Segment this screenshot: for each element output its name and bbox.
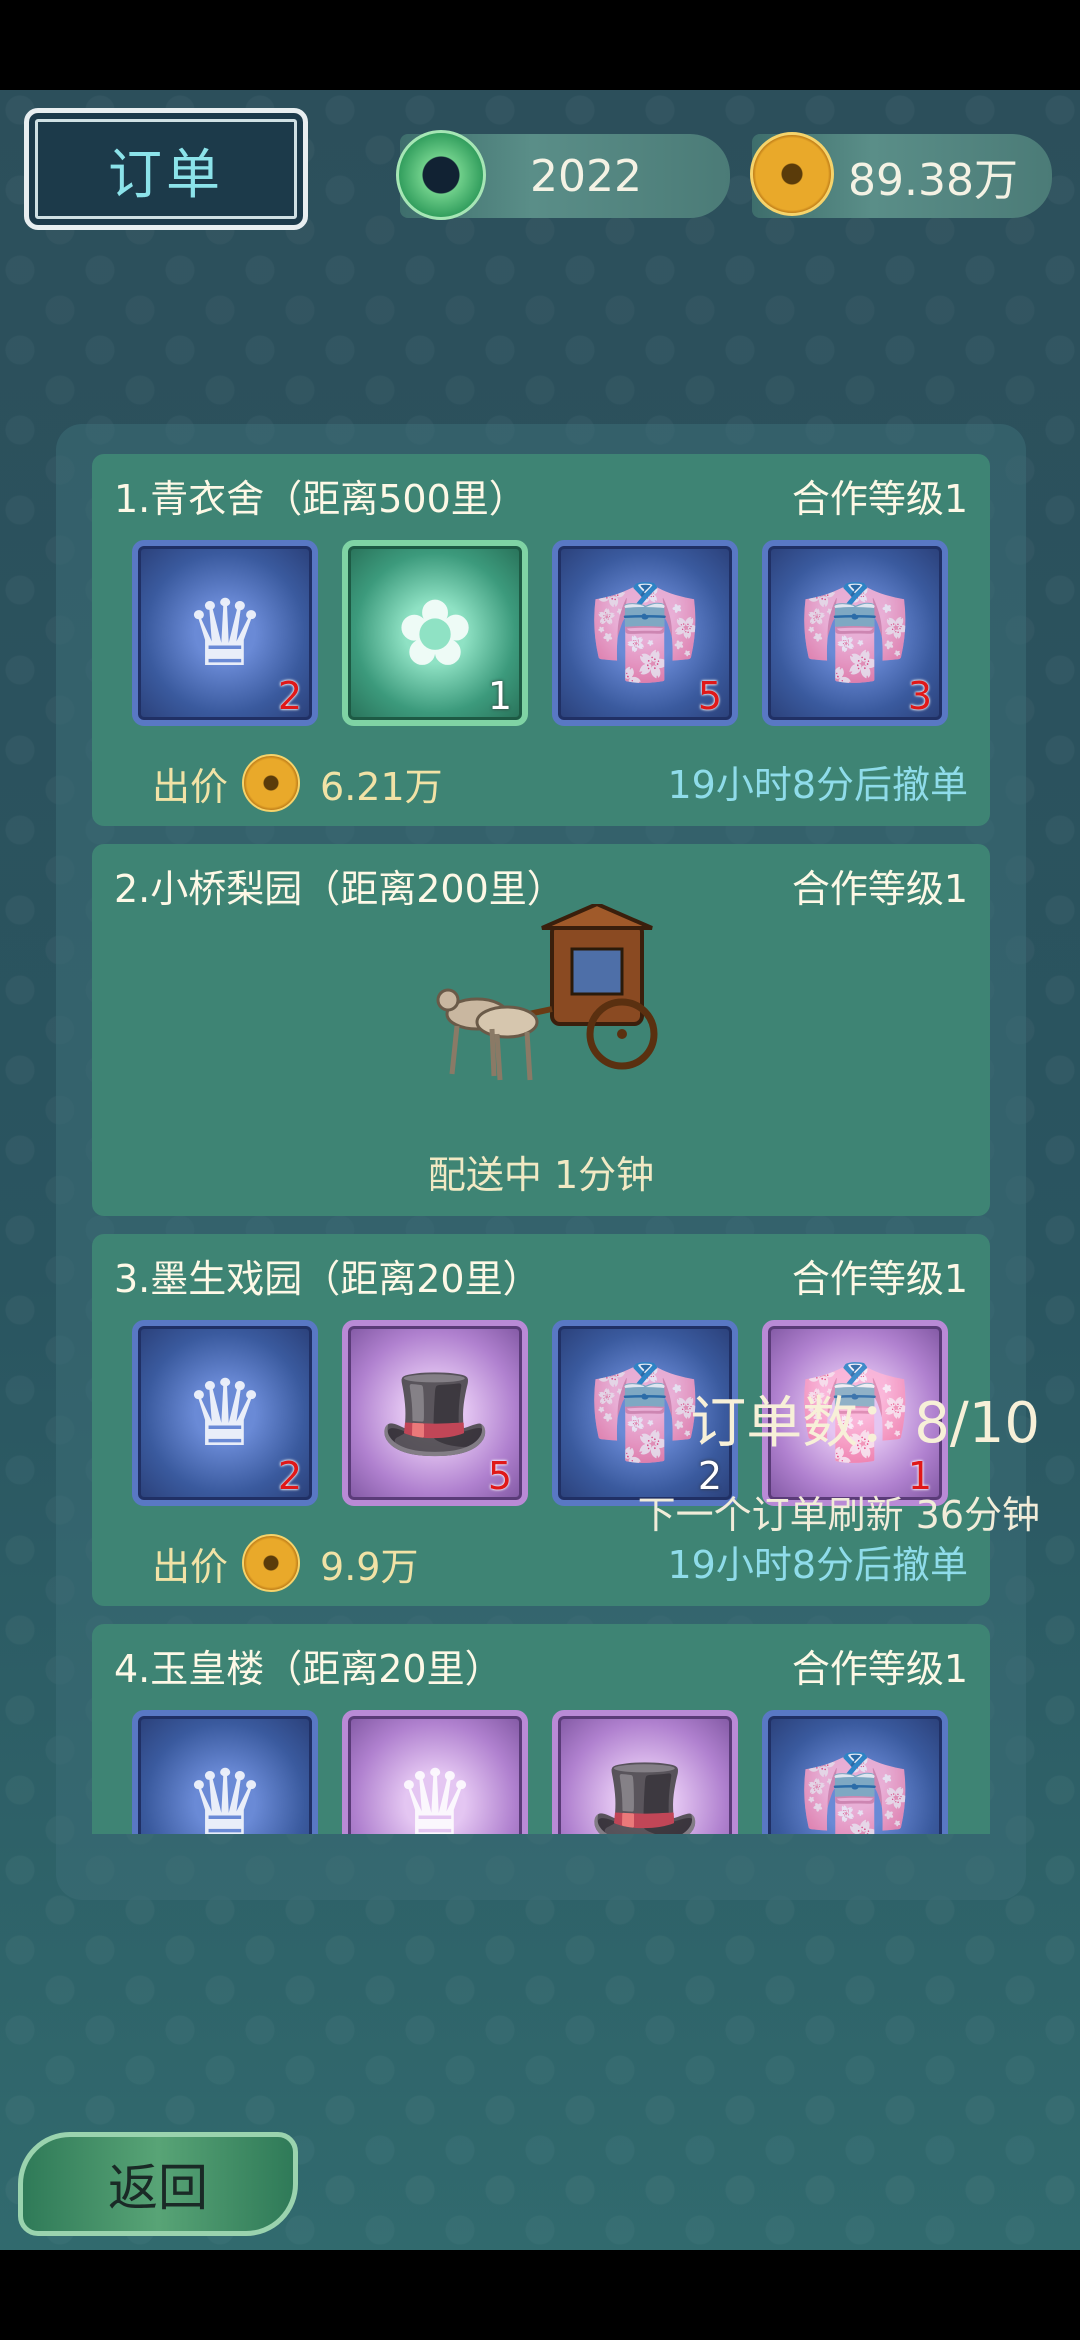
item-count: 1	[487, 674, 512, 718]
coin-icon	[242, 1534, 301, 1592]
price-label: 出价	[152, 764, 229, 809]
order-card[interactable]: 2.小桥梨园（距离200里） 合作等级1 配送中 1分钟	[92, 844, 990, 1216]
order-panel: 1.青衣舍（距离500里） 合作等级1 ♛ 2 ✿ 1 👘 5 👘 3 出价 6…	[56, 424, 1026, 1900]
order-card[interactable]: 1.青衣舍（距离500里） 合作等级1 ♛ 2 ✿ 1 👘 5 👘 3 出价 6…	[92, 454, 990, 826]
item-slot[interactable]: 👘 5	[552, 540, 738, 726]
jade-currency[interactable]: 2022	[396, 130, 730, 220]
coin-currency[interactable]: 89.38万	[750, 132, 1052, 218]
hairpin-icon: ✿	[396, 579, 474, 687]
order-screen: 订单 2022 89.38万 1.青衣舍（距离500里） 合作等级1 ♛ 2 ✿	[0, 90, 1080, 2250]
item-slot[interactable]: 👘	[762, 1710, 948, 1834]
cancel-timer: 19小时8分后撤单	[667, 1543, 968, 1587]
price-label: 出价	[152, 1544, 229, 1589]
item-slot[interactable]: 🎩 5	[342, 1320, 528, 1506]
order-items: ♛ 2 ✿ 1 👘 5 👘 3	[132, 540, 948, 726]
cancel-timer: 19小时8分后撤单	[667, 763, 968, 807]
item-slot[interactable]: ♛ 2	[132, 540, 318, 726]
cooperation-level: 合作等级1	[791, 477, 968, 521]
item-slot[interactable]: ✿ 1	[342, 540, 528, 726]
coin-icon	[242, 754, 301, 812]
headdress-icon: ♛	[183, 579, 267, 687]
page-title: 订单	[24, 108, 308, 230]
coin-icon	[750, 132, 834, 216]
price-value: 9.9万	[320, 1544, 419, 1589]
robe-icon: 👘	[797, 579, 913, 686]
price-value: 6.21万	[320, 764, 443, 809]
item-slot[interactable]: ♛	[132, 1710, 318, 1834]
item-slot[interactable]: ♛	[342, 1710, 528, 1834]
headdress-icon: ♛	[183, 1749, 267, 1835]
robe-icon: 👘	[797, 1749, 913, 1834]
hat-icon: 🎩	[377, 1359, 493, 1466]
order-name: 1.青衣舍（距离500里）	[114, 477, 527, 521]
cooperation-level: 合作等级1	[791, 1257, 968, 1301]
hat-icon: 🎩	[587, 1749, 703, 1834]
back-button[interactable]: 返回	[18, 2132, 298, 2236]
headdress-icon: ♛	[183, 1359, 267, 1467]
item-slot[interactable]: 🎩	[552, 1710, 738, 1834]
item-count: 2	[277, 1454, 302, 1498]
carriage-icon	[436, 904, 658, 1081]
item-count: 5	[697, 674, 722, 718]
coin-value: 89.38万	[848, 155, 1018, 206]
order-list[interactable]: 1.青衣舍（距离500里） 合作等级1 ♛ 2 ✿ 1 👘 5 👘 3 出价 6…	[92, 454, 990, 1834]
delivery-status: 配送中 1分钟	[427, 1153, 655, 1197]
robe-icon: 👘	[587, 579, 703, 686]
jade-ring-icon	[396, 130, 486, 220]
headdress-icon: ♛	[393, 1749, 477, 1835]
price-row: 出价 9.9万	[152, 1534, 418, 1592]
item-count: 2	[277, 674, 302, 718]
cooperation-level: 合作等级1	[791, 867, 968, 911]
order-card[interactable]: 4.玉皇楼（距离20里） 合作等级1 ♛ ♛ 🎩 👘	[92, 1624, 990, 1834]
item-count: 3	[907, 674, 932, 718]
order-name: 3.墨生戏园（距离20里）	[114, 1257, 541, 1301]
item-slot[interactable]: ♛ 2	[132, 1320, 318, 1506]
item-count: 5	[487, 1454, 512, 1498]
order-name: 4.玉皇楼（距离20里）	[114, 1647, 503, 1691]
order-count: 订单数：8/10	[690, 1391, 1040, 1456]
cooperation-level: 合作等级1	[791, 1647, 968, 1691]
refresh-timer: 下一个订单刷新 36分钟	[637, 1493, 1040, 1537]
item-slot[interactable]: 👘 3	[762, 540, 948, 726]
order-items: ♛ ♛ 🎩 👘	[132, 1710, 948, 1834]
price-row: 出价 6.21万	[152, 754, 443, 812]
jade-value: 2022	[530, 150, 642, 202]
